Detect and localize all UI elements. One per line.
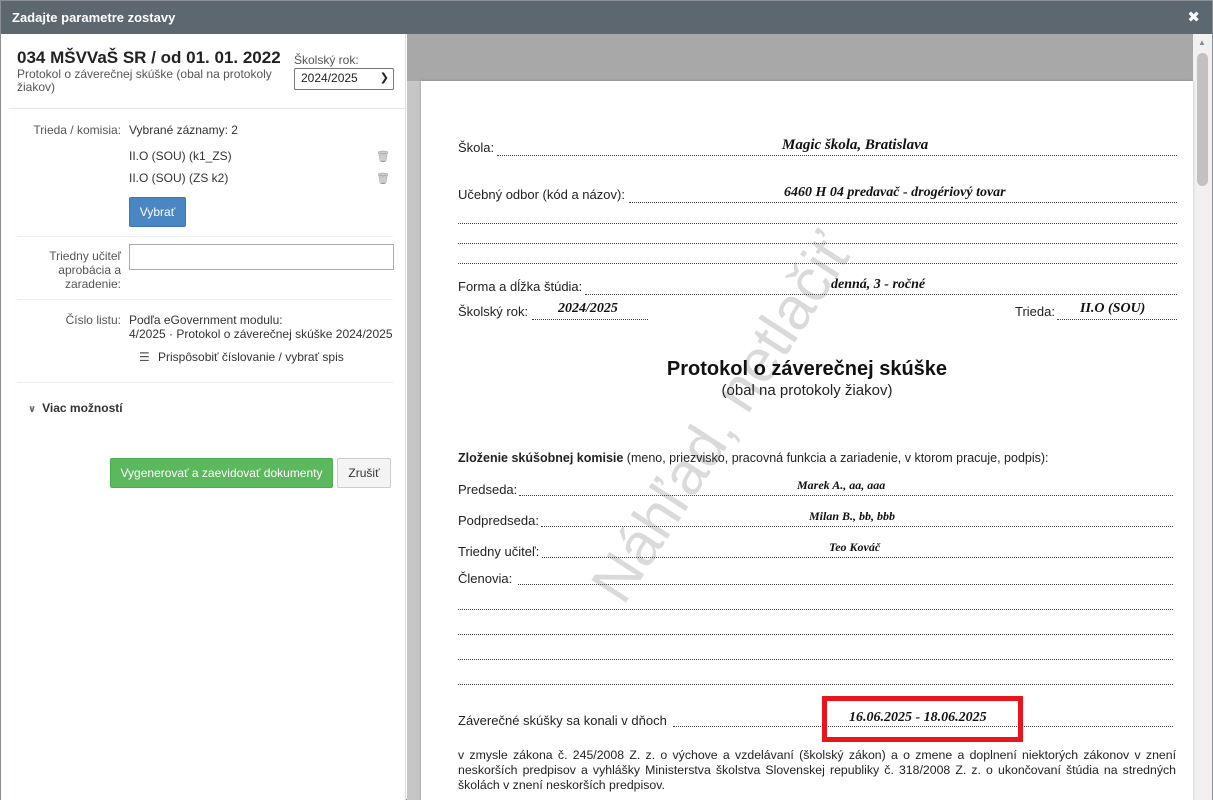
vice-value: Milan B., bb, bbb bbox=[809, 509, 896, 523]
school-value: Magic škola, Bratislava bbox=[782, 137, 929, 153]
scroll-up-icon[interactable]: ▲ bbox=[1198, 38, 1206, 47]
exam-label: Záverečné skúšky sa konali v dňoch bbox=[458, 713, 667, 728]
sliders-icon: ☰ bbox=[139, 350, 150, 364]
dialog-titlebar: Zadajte parametre zostavy ✖ bbox=[1, 1, 1212, 34]
report-subtitle: Protokol o záverečnej skúške (obal na pr… bbox=[17, 67, 272, 94]
dotted-line bbox=[541, 526, 1173, 527]
form-value: denná, 3 - ročné bbox=[831, 277, 926, 292]
adjust-numbering-link[interactable]: ☰ Prispôsobiť číslovanie / vybrať spis bbox=[139, 350, 344, 364]
cancel-button[interactable]: Zrušiť bbox=[337, 458, 391, 488]
dotted-line bbox=[1057, 319, 1177, 320]
dotted-line bbox=[542, 557, 1173, 558]
document-preview[interactable]: ▲ Náhľad, netlačiť Škola: Magic škola, B… bbox=[407, 34, 1212, 800]
committee-rest: (meno, priezvisko, pracovná funkcia a za… bbox=[623, 451, 1049, 465]
sheet-line-1: Podľa eGovernment modulu: bbox=[129, 313, 283, 327]
select-button[interactable]: Vybrať bbox=[129, 197, 186, 227]
school-year-value: 2024/2025 bbox=[301, 71, 358, 85]
document-title: Protokol o záverečnej skúške bbox=[666, 358, 948, 380]
dotted-line bbox=[585, 294, 1177, 295]
preview-header bbox=[407, 34, 1193, 81]
divider bbox=[17, 299, 393, 300]
record-item-2: II.O (SOU) (ZS k2) bbox=[129, 171, 229, 185]
more-options-label: Viac možností bbox=[42, 401, 123, 415]
close-icon[interactable]: ✖ bbox=[1187, 8, 1200, 26]
dotted-line bbox=[458, 659, 1173, 660]
vice-label: Podpredseda: bbox=[458, 513, 539, 528]
sheet-label: Číslo listu: bbox=[65, 313, 121, 327]
divider bbox=[17, 236, 393, 237]
law-paragraph: v zmysle zákona č. 245/2008 Z. z. o vých… bbox=[458, 748, 1176, 792]
chevron-down-icon: ❯ bbox=[379, 72, 389, 84]
dotted-line bbox=[458, 243, 1177, 244]
trash-icon[interactable]: 🗑 bbox=[376, 172, 390, 185]
generate-button[interactable]: Vygenerovať a zaevidovať dokumenty bbox=[110, 458, 333, 488]
date-highlight-box bbox=[822, 696, 1023, 742]
chevron-down-icon: ∨ bbox=[28, 404, 37, 415]
teacher-input[interactable] bbox=[129, 244, 394, 270]
class-label: Trieda / komisia: bbox=[33, 123, 121, 137]
document-subtitle: (obal na protokoly žiakov) bbox=[721, 382, 893, 399]
school-year-label: Školský rok: bbox=[294, 53, 359, 67]
chair-value: Marek A., aa, aaa bbox=[797, 478, 886, 492]
dotted-line bbox=[518, 584, 1173, 585]
document-page: Náhľad, netlačiť Škola: Magic škola, Bra… bbox=[421, 81, 1193, 800]
year-label: Školský rok: bbox=[458, 304, 529, 319]
dotted-line bbox=[458, 223, 1177, 224]
scrollbar[interactable]: ▲ bbox=[1193, 34, 1212, 800]
dotted-line bbox=[497, 155, 1177, 156]
dotted-line bbox=[532, 319, 648, 320]
report-parameters-dialog: Zadajte parametre zostavy ✖ 034 MŠVVaŠ S… bbox=[0, 0, 1213, 800]
sheet-line-2: 4/2025 · Protokol o záverečnej skúške 20… bbox=[129, 327, 393, 341]
chair-label: Predseda: bbox=[458, 482, 518, 497]
members-label: Členovia: bbox=[458, 571, 513, 586]
adjust-numbering-label: Prispôsobiť číslovanie / vybrať spis bbox=[158, 350, 344, 364]
dotted-line bbox=[458, 609, 1173, 610]
dialog-title: Zadajte parametre zostavy bbox=[12, 10, 176, 25]
scrollbar-thumb[interactable] bbox=[1197, 53, 1208, 186]
trash-icon[interactable]: 🗑 bbox=[376, 150, 390, 163]
year-value: 2024/2025 bbox=[558, 301, 618, 316]
teacher-label: Triedny učiteľ aprobácia a zaradenie: bbox=[49, 249, 121, 291]
dotted-line bbox=[629, 202, 1177, 203]
class-value: II.O (SOU) bbox=[1080, 301, 1146, 316]
teacher-value: Teo Kováč bbox=[829, 540, 881, 554]
divider bbox=[9, 108, 406, 109]
divider bbox=[17, 382, 393, 383]
dotted-line bbox=[458, 634, 1173, 635]
teacher-label: Triedny učiteľ: bbox=[458, 544, 540, 559]
field-label: Učebný odbor (kód a názov): bbox=[458, 187, 625, 202]
dotted-line bbox=[458, 263, 1177, 264]
school-label: Škola: bbox=[458, 140, 495, 155]
more-options-toggle[interactable]: ∨ Viac možností bbox=[28, 401, 123, 415]
committee-heading: Zloženie skúšobnej komisie (meno, priezv… bbox=[458, 451, 1049, 465]
report-title: 034 MŠVVaŠ SR / od 01. 01. 2022 bbox=[17, 48, 281, 67]
parameters-panel: 034 MŠVVaŠ SR / od 01. 01. 2022 Protokol… bbox=[1, 34, 406, 800]
selected-records: Vybrané záznamy: 2 bbox=[129, 123, 238, 137]
dotted-line bbox=[458, 684, 1173, 685]
class-label: Trieda: bbox=[1015, 304, 1055, 319]
form-label: Forma a dĺžka štúdia: bbox=[458, 279, 583, 294]
field-value: 6460 H 04 predavač - drogériový tovar bbox=[784, 185, 1006, 200]
watermark: Náhľad, netlačiť bbox=[577, 222, 865, 614]
record-item-1: II.O (SOU) (k1_ZS) bbox=[129, 149, 232, 163]
dotted-line bbox=[519, 495, 1173, 496]
school-year-select[interactable]: 2024/2025 ❯ bbox=[294, 68, 394, 90]
committee-bold: Zloženie skúšobnej komisie bbox=[458, 451, 624, 465]
